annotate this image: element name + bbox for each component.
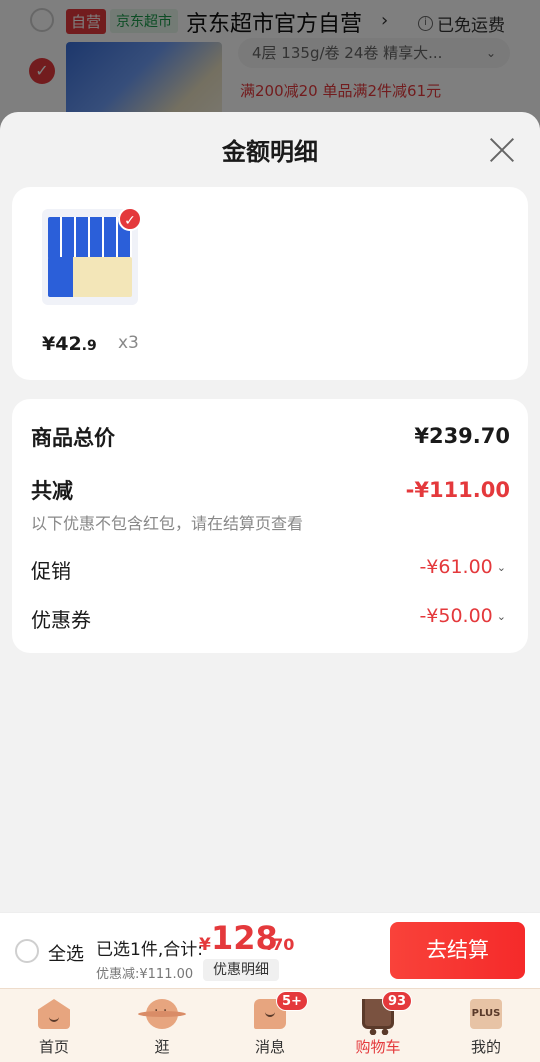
coupon-value: -¥50.00 <box>419 605 493 627</box>
checkout-button[interactable]: 去结算 <box>390 922 525 979</box>
discount-text: 优惠减:¥111.00 <box>96 967 194 982</box>
tab-cart[interactable]: 93 购物车 <box>338 989 418 1062</box>
promo-row-toggle[interactable]: -¥61.00 ⌄ <box>419 556 506 578</box>
message-badge: 5+ <box>276 991 308 1011</box>
item-price-int: ¥42 <box>42 333 82 355</box>
total-amount-dec: .70 <box>266 935 295 954</box>
coupon-label: 优惠券 <box>31 608 91 632</box>
close-icon[interactable] <box>486 134 518 166</box>
chevron-down-icon: ⌄ <box>496 609 506 623</box>
tab-label: 首页 <box>38 1038 69 1056</box>
tab-home[interactable]: 首页 <box>14 989 94 1062</box>
check-icon: ✓ <box>118 207 142 231</box>
tab-messages[interactable]: 5+ 消息 <box>230 989 310 1062</box>
checkout-bar: 全选 已选1件,合计: ¥ 128 .70 优惠减:¥111.00 优惠明细 去… <box>0 912 540 988</box>
item-price: ¥42.9 <box>42 333 97 355</box>
explore-icon <box>138 999 186 1029</box>
sheet-title: 金额明细 <box>222 138 318 166</box>
tab-label: 消息 <box>254 1038 285 1056</box>
reduce-note: 以下优惠不包含红包，请在结算页查看 <box>31 514 304 533</box>
tab-label: 购物车 <box>355 1038 401 1056</box>
tab-label: 我的 <box>470 1038 501 1056</box>
total-label: 商品总价 <box>31 426 115 450</box>
reduce-label: 共减 <box>31 479 73 503</box>
select-all-radio[interactable] <box>15 939 39 963</box>
selected-count-text: 已选1件,合计: <box>96 940 203 960</box>
amount-detail-sheet: 金额明细 ✓ ¥42.9 x3 商品总价 ¥239.70 共减 -¥111.00… <box>0 112 540 912</box>
item-quantity: x3 <box>118 333 139 353</box>
item-price-dec: .9 <box>81 338 97 354</box>
product-image-bottom <box>48 257 132 297</box>
total-currency: ¥ <box>199 935 211 955</box>
promo-value: -¥61.00 <box>419 556 493 578</box>
cart-badge: 93 <box>382 991 413 1011</box>
total-value: ¥239.70 <box>414 424 510 448</box>
plus-icon: PLUS <box>470 999 502 1029</box>
tab-label: 逛 <box>154 1038 170 1056</box>
promo-label: 促销 <box>31 559 71 583</box>
tab-mine[interactable]: PLUS 我的 <box>446 989 526 1062</box>
discount-detail-button[interactable]: 优惠明细 <box>203 959 279 981</box>
tab-explore[interactable]: 逛 <box>122 989 202 1062</box>
bottom-tabbar: 首页 逛 5+ 消息 93 购物车 PLUS 我的 <box>0 988 540 1062</box>
reduce-value: -¥111.00 <box>405 478 510 502</box>
price-summary-card: 商品总价 ¥239.70 共减 -¥111.00 以下优惠不包含红包，请在结算页… <box>12 399 528 653</box>
chevron-down-icon: ⌄ <box>496 560 506 574</box>
selected-items-card: ✓ ¥42.9 x3 <box>12 187 528 380</box>
coupon-row-toggle[interactable]: -¥50.00 ⌄ <box>419 605 506 627</box>
home-icon <box>38 999 70 1029</box>
select-all-label[interactable]: 全选 <box>48 940 84 966</box>
